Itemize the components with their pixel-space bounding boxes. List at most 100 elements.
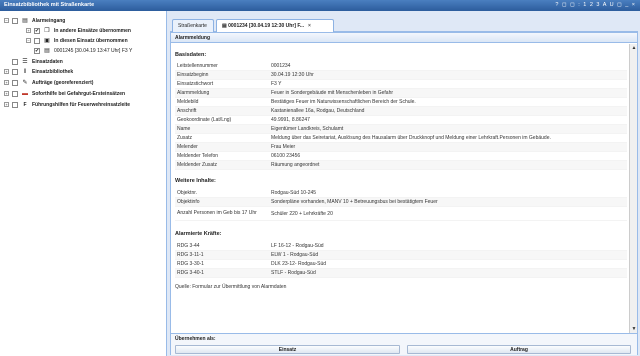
row-value: LF 16-12 - Rodgau-Süd xyxy=(271,243,324,249)
einsatz-button[interactable]: Einsatz xyxy=(175,345,400,354)
tree-item-label: 0001245 [30.04.19 13:47 Uhr] F3 Y xyxy=(54,47,133,54)
tree-item-label: Alarmeingang xyxy=(32,17,66,24)
adopt-label: Übernehmen als: xyxy=(175,336,216,342)
row-value: DLK 23-12- Rodgau-Süd xyxy=(271,261,327,267)
row-key: RDG 3-40-1 xyxy=(177,269,204,276)
tree-item-label: Einsatzdaten xyxy=(32,58,63,65)
row-value: Frau Meier xyxy=(271,144,296,150)
library-icon: ‖ xyxy=(23,68,27,75)
tree-item-label: Soforthilfe bei Gefahrgut-Ersteinsätzen xyxy=(32,90,126,97)
row-key: Einsatzbeginn xyxy=(177,71,209,78)
table-row: Meldebild Bestätiges Feuer im Naturwissen… xyxy=(175,98,627,107)
table-row: Anzahl Personen im Geb bis 17 Uhr Schüler… xyxy=(175,207,627,221)
table-row: Objektnr. Rodgau-Süd 10-245 xyxy=(175,189,627,198)
tab-strassenkarte[interactable]: Straßenkarte xyxy=(172,19,214,32)
expand-icon[interactable]: + xyxy=(4,80,9,85)
auftrag-button[interactable]: Auftrag xyxy=(407,345,631,354)
truck-icon: ▬ xyxy=(22,90,28,97)
tab-label: Straßenkarte xyxy=(178,23,207,29)
tree-item-auftraege[interactable]: + ✎ Aufträge (georeferenziert) xyxy=(4,78,93,87)
row-key: RDG 3-11-1 xyxy=(177,251,204,258)
row-value: 49.9991, 8.86247 xyxy=(271,117,310,123)
tab-alarm-0001234[interactable]: ▤ 0001234 [30.04.19 12:30 Uhr] F... × xyxy=(216,19,334,32)
tree-item-einsatzbibliothek[interactable]: + ‖ Einsatzbibliothek xyxy=(4,67,73,76)
row-key: Leitstellennummer xyxy=(177,62,218,69)
row-key: Meldender Telefon xyxy=(177,152,219,159)
tree-item-diesen-einsatz[interactable]: − ▣ In diesen Einsatz übernommen xyxy=(26,36,128,45)
tree-item-einsatzdaten[interactable]: ☰ Einsatzdaten xyxy=(12,57,63,66)
checkbox[interactable] xyxy=(12,79,18,86)
tree-item-label: In diesen Einsatz übernommen xyxy=(54,37,128,44)
window-title: Einsatzbibliothek mit Straßenkarte xyxy=(4,2,95,8)
expand-icon[interactable]: + xyxy=(4,69,9,74)
section-basisdaten: Basisdaten: xyxy=(175,52,207,58)
expand-icon[interactable]: + xyxy=(4,91,9,96)
tree-item-alarmeingang[interactable]: − ▤ Alarmeingang xyxy=(4,16,65,25)
row-key: RDG 3-30-1 xyxy=(177,260,204,267)
table-row: Name Eigentümer Landkreis, Schulamt xyxy=(175,125,627,134)
checkbox[interactable] xyxy=(12,58,18,65)
table-row: RDG 3-44 LF 16-12 - Rodgau-Süd xyxy=(175,242,627,251)
tree-item-label: Aufträge (georeferenziert) xyxy=(32,79,94,86)
row-value: Sonderpläne vorhanden, MANV 10 + Betreuu… xyxy=(271,199,438,205)
collapse-icon[interactable]: − xyxy=(26,38,31,43)
checkbox[interactable]: ✔ xyxy=(34,47,40,54)
vertical-scrollbar[interactable]: ▲ ▼ xyxy=(629,44,637,333)
section-alarmierte-kraefte: Alarmierte Kräfte: xyxy=(175,231,222,237)
row-value: Eigentümer Landkreis, Schulamt xyxy=(271,126,344,132)
tree-item-label: Einsatzbibliothek xyxy=(32,68,74,75)
table-row: Geokoordinate (Lat/Lng) 49.9991, 8.86247 xyxy=(175,116,627,125)
table-row: RDG 3-11-1 ELW 1 - Rodgau-Süd xyxy=(175,251,627,260)
row-value: Rodgau-Süd 10-245 xyxy=(271,190,317,196)
list-icon: ☰ xyxy=(22,58,28,65)
document-icon: ▤ xyxy=(44,47,50,54)
collapse-icon[interactable]: − xyxy=(4,18,9,23)
alarm-panel: Alarmmeldung Basisdaten: Leitstellennumm… xyxy=(170,32,638,355)
close-icon[interactable]: × xyxy=(308,23,311,29)
expand-icon[interactable]: + xyxy=(4,102,9,107)
pen-icon: ✎ xyxy=(22,79,28,86)
tree-item-0001245[interactable]: ✔ ▤ 0001245 [30.04.19 13:47 Uhr] F3 Y xyxy=(34,46,132,55)
table-row: Meldender Telefon 06100 23456 xyxy=(175,152,627,161)
tab-strip: Straßenkarte ▤ 0001234 [30.04.19 12:30 U… xyxy=(170,16,638,32)
row-key: Meldender Zusatz xyxy=(177,161,218,168)
row-key: Alarmmeldung xyxy=(177,89,210,96)
checkbox[interactable] xyxy=(12,68,18,75)
table-row: Alarmmeldung Feuer in Sondergebäude mit M… xyxy=(175,89,627,98)
scroll-down-icon[interactable]: ▼ xyxy=(630,325,638,333)
window-titlebar: Einsatzbibliothek mit Straßenkarte ? ◻ ◻… xyxy=(0,0,640,11)
alarm-content: Basisdaten: Leitstellennummer 0001234 Ein… xyxy=(171,44,629,333)
tree-item-soforthilfe[interactable]: + ▬ Soforthilfe bei Gefahrgut-Ersteinsät… xyxy=(4,89,125,98)
checkbox[interactable] xyxy=(12,101,18,108)
scroll-up-icon[interactable]: ▲ xyxy=(630,44,638,52)
tree-panel: − ▤ Alarmeingang + ✔ ❐ In andere Einsätz… xyxy=(0,11,167,356)
checkbox[interactable] xyxy=(12,17,18,24)
tree-item-label: Führungshilfen für Feuerwehreinsatzleite xyxy=(32,101,131,108)
expand-icon[interactable]: + xyxy=(26,28,31,33)
stack-icon: ❐ xyxy=(44,27,50,34)
document-icon: ▤ xyxy=(22,17,28,24)
row-key: RDG 3-44 xyxy=(177,242,200,249)
row-value: 0001234 xyxy=(271,63,291,69)
row-key: Anzahl Personen im Geb bis 17 Uhr xyxy=(177,210,257,216)
table-row: Zusatz Meldung über das Seiretariat, Ausl… xyxy=(175,134,627,143)
row-value: Schüler 220 + Lehrkräfte 20 xyxy=(271,210,333,217)
checkbox[interactable] xyxy=(12,90,18,97)
row-key: Geokoordinate (Lat/Lng) xyxy=(177,116,232,123)
row-key: Einsatzstichwort xyxy=(177,80,214,87)
row-value: Räumung angeordnet xyxy=(271,162,320,168)
checkbox[interactable]: ✔ xyxy=(34,27,40,34)
table-row: Meldender Zusatz Räumung angeordnet xyxy=(175,161,627,170)
row-key: Anschrift xyxy=(177,107,197,114)
row-value: ELW 1 - Rodgau-Süd xyxy=(271,252,319,258)
tree-item-fuehrungshilfen[interactable]: + F Führungshilfen für Feuerwehreinsatzl… xyxy=(4,100,130,109)
checkbox[interactable] xyxy=(34,37,40,44)
table-row: Einsatzbeginn 30.04.19 12:30 Uhr xyxy=(175,71,627,80)
table-row: Melender Frau Meier xyxy=(175,143,627,152)
row-key: Name xyxy=(177,125,191,132)
folder-icon: ▣ xyxy=(44,37,50,44)
adopt-footer: Übernehmen als: Einsatz Auftrag xyxy=(171,333,637,355)
table-row: RDG 3-30-1 DLK 23-12- Rodgau-Süd xyxy=(175,260,627,269)
window-tools[interactable]: ? ◻ ◻ : 1 2 3 A U ◻ _ × xyxy=(555,0,636,11)
tree-item-andere-einsaetze[interactable]: + ✔ ❐ In andere Einsätze übernommen xyxy=(26,26,131,35)
